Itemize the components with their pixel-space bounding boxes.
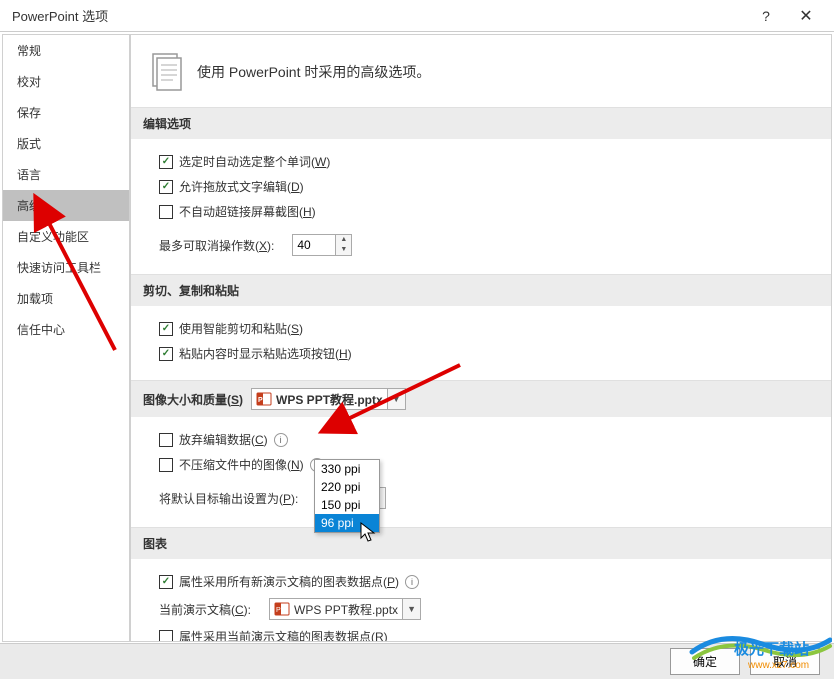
ppi-option-220[interactable]: 220 ppi xyxy=(315,478,379,496)
help-button[interactable]: ? xyxy=(746,8,786,24)
opt-smart-cut-paste[interactable]: 使用智能剪切和粘贴(S) xyxy=(159,316,813,341)
section-image: 放弃编辑数据(C) i 不压缩文件中的图像(N) i 将默认目标输出设置为(P)… xyxy=(131,417,831,527)
sidebar-item-advanced[interactable]: 高级 xyxy=(3,190,129,221)
opt-select-whole-word[interactable]: 选定时自动选定整个单词(W) xyxy=(159,149,813,174)
opt-max-undo: 最多可取消操作数(X): ▲▼ xyxy=(159,230,813,260)
sidebar-item-general[interactable]: 常规 xyxy=(3,35,129,66)
info-icon[interactable]: i xyxy=(405,575,419,589)
section-cutpaste-header: 剪切、复制和粘贴 xyxy=(131,274,831,306)
ppt-file-icon: P xyxy=(256,391,272,407)
close-button[interactable]: ✕ xyxy=(786,6,826,26)
watermark: 极光下载站 www.xz7.com xyxy=(682,632,832,677)
ppi-dropdown[interactable]: 330 ppi 220 ppi 150 ppi 96 ppi xyxy=(314,459,380,533)
checkbox-select-whole-word[interactable] xyxy=(159,155,173,169)
svg-text:www.xz7.com: www.xz7.com xyxy=(747,660,809,671)
chevron-down-icon[interactable]: ▼ xyxy=(402,599,420,619)
sidebar-item-language[interactable]: 语言 xyxy=(3,159,129,190)
checkbox-chart-all-new[interactable] xyxy=(159,575,173,589)
content-panel[interactable]: 使用 PowerPoint 时采用的高级选项。 编辑选项 选定时自动选定整个单词… xyxy=(130,34,832,642)
checkbox-drag-drop[interactable] xyxy=(159,180,173,194)
sidebar-item-proofing[interactable]: 校对 xyxy=(3,66,129,97)
dialog-title: PowerPoint 选项 xyxy=(12,6,746,25)
title-bar: PowerPoint 选项 ? ✕ xyxy=(0,0,834,32)
checkbox-chart-current-points[interactable] xyxy=(159,630,173,643)
undo-count-input[interactable] xyxy=(293,236,335,254)
checkbox-discard-edit-data[interactable] xyxy=(159,433,173,447)
svg-text:P: P xyxy=(276,607,281,614)
checkbox-no-auto-hyperlink[interactable] xyxy=(159,205,173,219)
svg-text:极光下载站: 极光下载站 xyxy=(734,640,809,658)
image-file-combo[interactable]: P WPS PPT教程.pptx ▼ xyxy=(251,388,406,410)
dialog-body: 常规 校对 保存 版式 语言 高级 自定义功能区 快速访问工具栏 加载项 信任中… xyxy=(0,32,834,644)
section-editing-header: 编辑选项 xyxy=(131,107,831,139)
svg-text:P: P xyxy=(258,397,263,404)
content-header: 使用 PowerPoint 时采用的高级选项。 xyxy=(131,35,831,107)
section-image-header: 图像大小和质量(S) P WPS PPT教程.pptx ▼ xyxy=(131,380,831,417)
section-editing: 选定时自动选定整个单词(W) 允许拖放式文字编辑(D) 不自动超链接屏幕截图(H… xyxy=(131,139,831,274)
content-header-text: 使用 PowerPoint 时采用的高级选项。 xyxy=(197,62,430,82)
sidebar-item-layout[interactable]: 版式 xyxy=(3,128,129,159)
sidebar-item-trust-center[interactable]: 信任中心 xyxy=(3,314,129,345)
checkbox-no-compress-images[interactable] xyxy=(159,458,173,472)
opt-drag-drop-edit[interactable]: 允许拖放式文字编辑(D) xyxy=(159,174,813,199)
section-cutpaste: 使用智能剪切和粘贴(S) 粘贴内容时显示粘贴选项按钮(H) xyxy=(131,306,831,380)
sidebar-item-quick-access[interactable]: 快速访问工具栏 xyxy=(3,252,129,283)
spinner-up-icon[interactable]: ▲ xyxy=(336,235,351,245)
opt-no-auto-hyperlink[interactable]: 不自动超链接屏幕截图(H) xyxy=(159,199,813,224)
chevron-down-icon[interactable]: ▼ xyxy=(387,389,405,409)
sidebar-item-save[interactable]: 保存 xyxy=(3,97,129,128)
sidebar: 常规 校对 保存 版式 语言 高级 自定义功能区 快速访问工具栏 加载项 信任中… xyxy=(2,34,130,642)
section-chart-header: 图表 xyxy=(131,527,831,559)
ppi-option-96[interactable]: 96 ppi xyxy=(315,514,379,532)
opt-no-compress-images[interactable]: 不压缩文件中的图像(N) i xyxy=(159,452,813,477)
ppi-option-150[interactable]: 150 ppi xyxy=(315,496,379,514)
undo-count-spinner[interactable]: ▲▼ xyxy=(292,234,352,256)
ppt-file-icon: P xyxy=(274,601,290,617)
section-chart: 属性采用所有新演示文稿的图表数据点(P) i 当前演示文稿(C): P WPS … xyxy=(131,559,831,642)
options-header-icon xyxy=(149,51,185,93)
opt-discard-edit-data[interactable]: 放弃编辑数据(C) i xyxy=(159,427,813,452)
ppi-option-330[interactable]: 330 ppi xyxy=(315,460,379,478)
info-icon[interactable]: i xyxy=(274,433,288,447)
sidebar-item-addins[interactable]: 加载项 xyxy=(3,283,129,314)
spinner-down-icon[interactable]: ▼ xyxy=(336,245,351,255)
checkbox-smart-cut-paste[interactable] xyxy=(159,322,173,336)
sidebar-item-customize-ribbon[interactable]: 自定义功能区 xyxy=(3,221,129,252)
checkbox-show-paste-options[interactable] xyxy=(159,347,173,361)
opt-chart-all-new[interactable]: 属性采用所有新演示文稿的图表数据点(P) i xyxy=(159,569,813,594)
chart-file-combo[interactable]: P WPS PPT教程.pptx ▼ xyxy=(269,598,421,620)
opt-chart-current-file: 当前演示文稿(C): P WPS PPT教程.pptx ▼ xyxy=(159,594,813,624)
opt-show-paste-options[interactable]: 粘贴内容时显示粘贴选项按钮(H) xyxy=(159,341,813,366)
opt-default-ppi: 将默认目标输出设置为(P): 220 ppi ▼ xyxy=(159,483,813,513)
